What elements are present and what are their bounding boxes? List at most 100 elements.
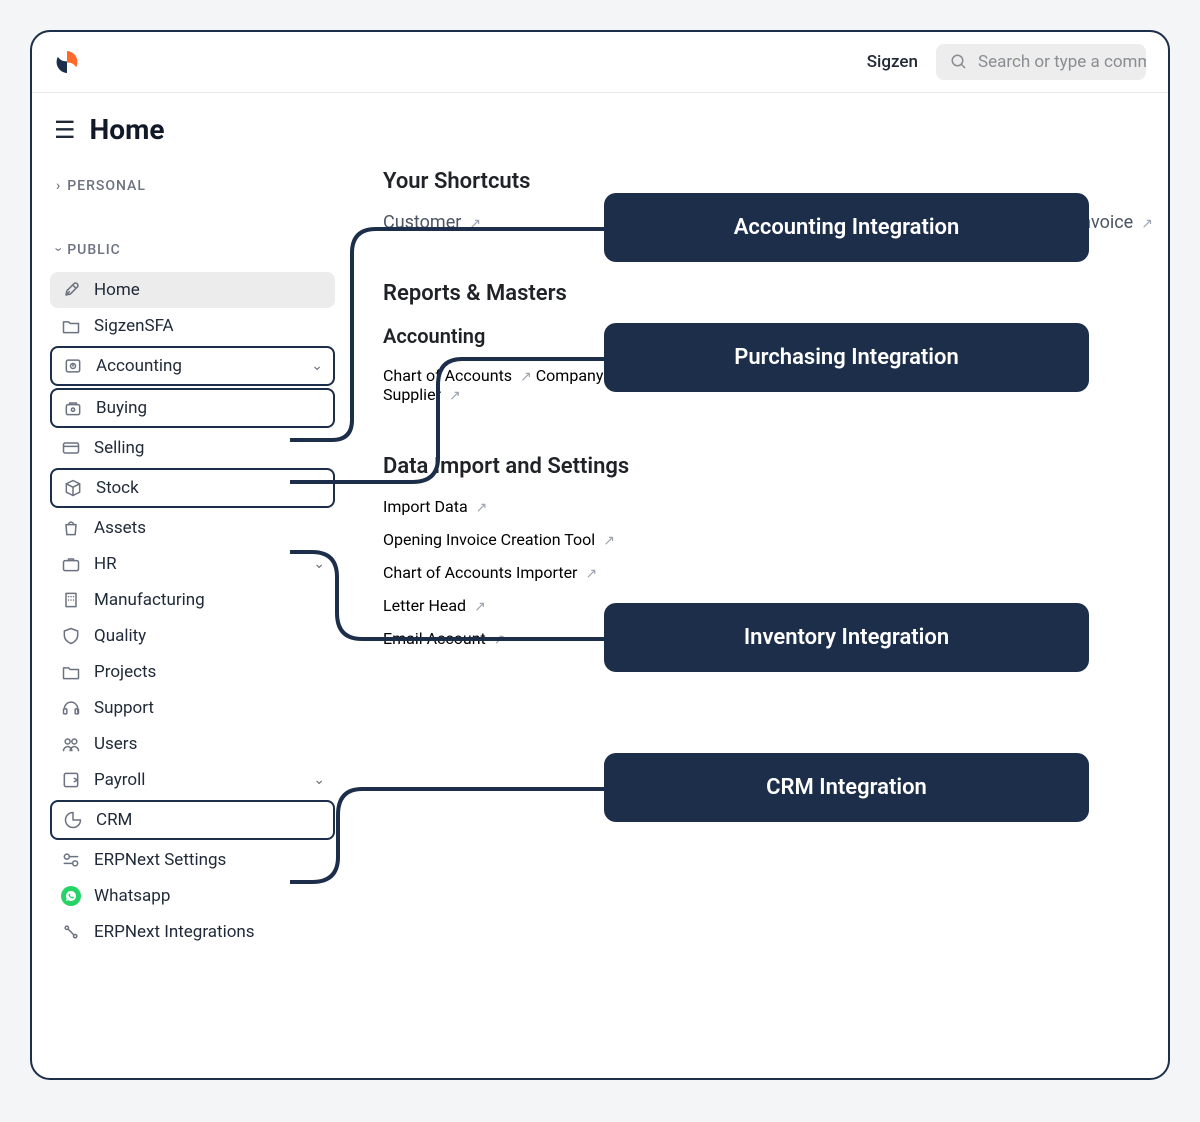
box-icon [62,477,84,499]
chevron-down-icon: ⌄ [313,772,325,788]
link-warehouse[interactable]: Warehouse↗ [879,366,979,385]
search-icon [950,53,968,71]
chevron-down-icon: ⌄ [313,556,325,572]
folder-icon [60,315,82,337]
org-name[interactable]: Sigzen [867,52,918,72]
link-chart-of-accounts[interactable]: Chart of Accounts↗ [383,366,532,385]
shortcut-supplier[interactable]: Supplier↗ [708,212,1028,233]
sidebar-item-hr[interactable]: HR ⌄ [50,546,335,582]
link-company[interactable]: Company↗ [536,366,623,385]
main-content: Your Shortcuts Customer↗ Supplier↗ Sales… [347,93,1170,970]
chevron-down-icon: › [51,247,67,252]
app-frame: Sigzen Search or type a command ☰ Home ›… [30,30,1170,1080]
link-email-account[interactable]: Email Account↗ [383,629,1170,648]
page-title: Home [90,113,165,146]
sidebar-item-label: Projects [94,662,156,682]
pie-icon [62,809,84,831]
sidebar: ☰ Home › PERSONAL › PUBLIC Home SigzenSFA… [32,93,347,970]
link-letter-head[interactable]: Letter Head↗ [383,596,1170,615]
arrow-icon: ↗ [476,500,488,516]
topbar: Sigzen Search or type a command [32,32,1168,93]
chevron-right-icon: › [56,178,61,194]
sidebar-item-manufacturing[interactable]: Manufacturing [50,582,335,618]
menu-icon[interactable]: ☰ [54,118,76,142]
sidebar-item-whatsapp[interactable]: Whatsapp [50,878,335,914]
arrow-icon: ↗ [585,566,597,582]
arrow-icon: ↗ [863,369,875,385]
brand-logo [54,49,80,75]
sidebar-item-accounting[interactable]: Accounting ⌄ [50,346,335,386]
sidebar-item-support[interactable]: Support [50,690,335,726]
sidebar-item-label: Accounting [96,356,182,376]
sidebar-item-payroll[interactable]: Payroll ⌄ [50,762,335,798]
search-placeholder: Search or type a command [978,52,1146,72]
sidebar-item-buying[interactable]: Buying [50,388,335,428]
link-customer[interactable]: Customer↗ [627,366,716,385]
sidebar-item-label: Home [94,280,140,300]
arrow-icon: ↗ [474,599,486,615]
shortcut-customer[interactable]: Customer↗ [383,212,708,233]
import-title: Data Import and Settings [383,454,1170,479]
accounting-col-title: Accounting [383,324,743,348]
sidebar-item-users[interactable]: Users [50,726,335,762]
link-coa-importer[interactable]: Chart of Accounts Importer↗ [383,563,1170,582]
chevron-down-icon: ⌄ [311,358,323,374]
sidebar-item-erpnext-integrations[interactable]: ERPNext Integrations [50,914,335,950]
arrow-icon: ↗ [494,632,506,648]
sidebar-item-projects[interactable]: Projects [50,654,335,690]
sidebar-item-label: Support [94,698,154,718]
link-supplier[interactable]: Supplier↗ [383,385,461,404]
arrow-icon: ↗ [520,369,532,385]
arrow-icon: ↗ [705,369,717,385]
sidebar-item-label: Assets [94,518,146,538]
sidebar-item-label: Payroll [94,770,145,790]
link-item[interactable]: Item↗ [823,366,875,385]
sidebar-public-label: PUBLIC [67,242,121,258]
sidebar-item-label: SigzenSFA [94,316,174,336]
sidebar-item-label: Selling [94,438,144,458]
arrow-icon: ↗ [603,533,615,549]
sidebar-item-label: HR [94,554,117,574]
card-icon [60,437,82,459]
sidebar-personal-label: PERSONAL [67,178,146,194]
whatsapp-icon [60,885,82,907]
headset-icon [60,697,82,719]
sidebar-item-label: Stock [96,478,139,498]
sidebar-item-label: Quality [94,626,146,646]
sidebar-item-stock[interactable]: Stock [50,468,335,508]
arrow-icon: ↗ [449,388,461,404]
sidebar-item-crm[interactable]: CRM [50,800,335,840]
integration-icon [60,921,82,943]
sidebar-item-home[interactable]: Home [50,272,335,308]
arrow-icon: ↗ [1032,369,1044,385]
stock-col-title: Stock [823,324,1170,348]
sidebar-item-label: Whatsapp [94,886,170,906]
arrow-icon: ↗ [1141,216,1153,232]
building-icon [60,589,82,611]
shortcut-sales-invoice[interactable]: Sales Invoice↗ [1028,212,1153,233]
sidebar-item-label: ERPNext Settings [94,850,226,870]
brief-icon [60,553,82,575]
shortcuts-title: Your Shortcuts [383,169,1170,194]
sidebar-item-erpnext-settings[interactable]: ERPNext Settings [50,842,335,878]
search-input[interactable]: Search or type a command [936,44,1146,80]
sidebar-item-sigzensfa[interactable]: SigzenSFA [50,308,335,344]
link-opening-invoice[interactable]: Opening Invoice Creation Tool↗ [383,530,1170,549]
payroll-icon [60,769,82,791]
users-icon [60,733,82,755]
link-brand[interactable]: Brand↗ [982,366,1043,385]
shield-icon [60,625,82,647]
link-import-data[interactable]: Import Data↗ [383,497,1170,516]
sidebar-item-label: CRM [96,810,132,830]
safe-icon [62,355,84,377]
cart-icon [62,397,84,419]
folder2-icon [60,661,82,683]
sidebar-section-public[interactable]: › PUBLIC [50,234,335,272]
sidebar-item-quality[interactable]: Quality [50,618,335,654]
sidebar-item-label: ERPNext Integrations [94,922,255,942]
sidebar-item-selling[interactable]: Selling [50,430,335,466]
arrow-icon: ↗ [781,216,793,232]
sidebar-item-assets[interactable]: Assets [50,510,335,546]
sidebar-section-personal[interactable]: › PERSONAL [50,170,335,208]
bag-icon [60,517,82,539]
